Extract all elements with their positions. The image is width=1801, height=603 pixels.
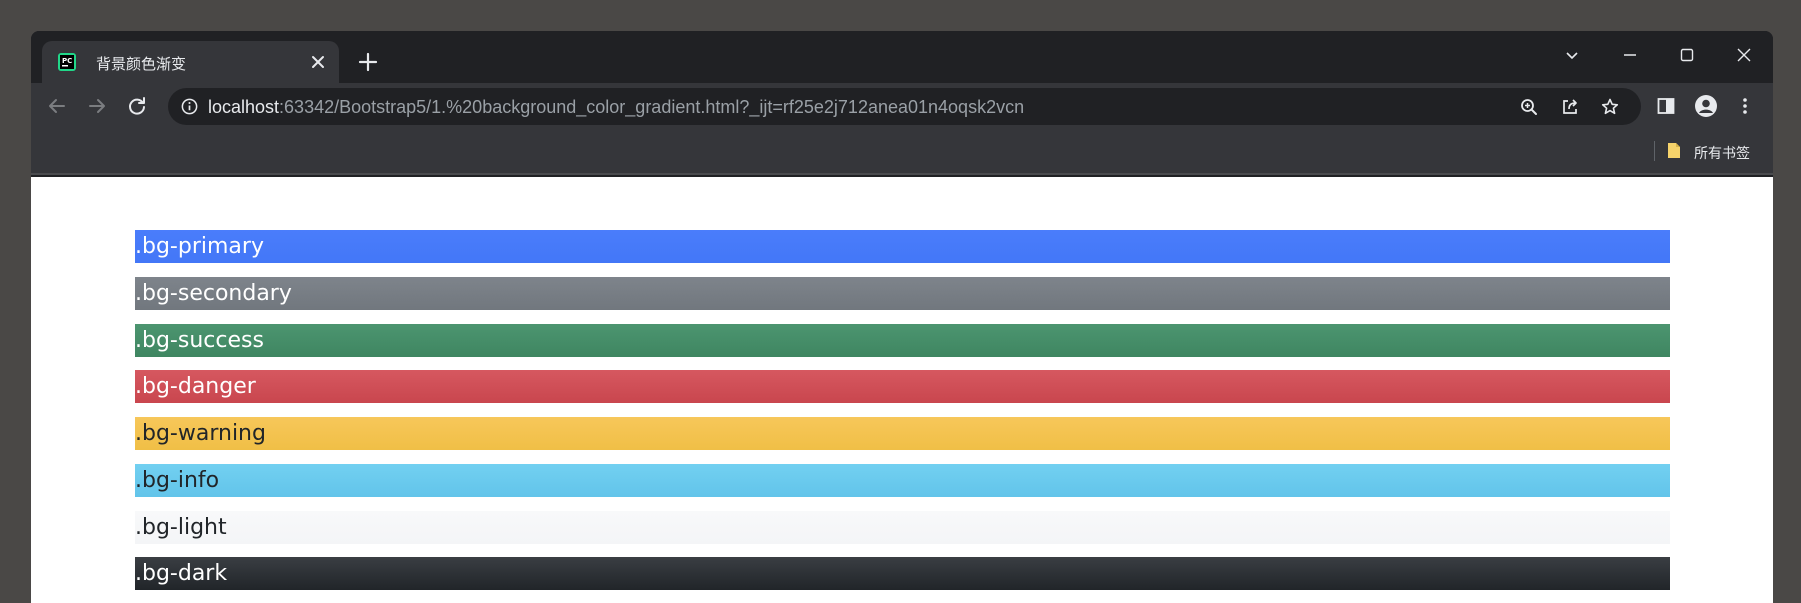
minimize-icon (1624, 54, 1636, 56)
bg-secondary-bar: .bg-secondary (135, 277, 1670, 310)
tab-active[interactable]: PC 背景颜色渐变 (42, 41, 339, 83)
site-info-icon[interactable] (180, 97, 199, 116)
reload-button[interactable] (123, 92, 151, 120)
bookmarks-divider (1654, 141, 1655, 161)
maximize-button[interactable] (1667, 39, 1707, 71)
bg-success-bar: .bg-success (135, 324, 1670, 357)
url-host: localhost (208, 97, 280, 117)
bg-danger-bar: .bg-danger (135, 370, 1670, 403)
side-panel-button[interactable] (1652, 92, 1680, 120)
address-bar[interactable]: localhost:63342/Bootstrap5/1.%20backgrou… (168, 88, 1641, 125)
close-icon (1737, 48, 1751, 62)
bookmark-star-button[interactable] (1599, 96, 1621, 118)
back-arrow-icon (49, 99, 65, 113)
url-text[interactable]: localhost:63342/Bootstrap5/1.%20backgrou… (208, 97, 1024, 118)
close-tab-icon[interactable] (309, 53, 327, 71)
close-window-button[interactable] (1724, 39, 1764, 71)
browser-toolbar: localhost:63342/Bootstrap5/1.%20backgrou… (31, 83, 1773, 129)
tab-search-button[interactable] (1552, 39, 1592, 71)
tab-strip: PC 背景颜色渐变 (31, 31, 1773, 83)
all-bookmarks-link[interactable]: 所有书签 (1694, 143, 1750, 163)
menu-button[interactable] (1731, 92, 1759, 120)
share-button[interactable] (1559, 96, 1581, 118)
more-vertical-icon (1743, 98, 1747, 114)
pycharm-favicon-icon: PC (58, 53, 76, 71)
bg-warning-bar: .bg-warning (135, 417, 1670, 450)
browser-window: PC 背景颜色渐变 localhost:63342/Bootstrap5/1.%… (31, 31, 1773, 603)
svg-text:PC: PC (62, 57, 72, 65)
forward-button[interactable] (83, 92, 111, 120)
page-content: .bg-primary .bg-secondary .bg-success .b… (31, 177, 1773, 603)
back-button[interactable] (43, 92, 71, 120)
forward-arrow-icon (89, 99, 105, 113)
side-panel-icon (1657, 98, 1675, 114)
zoom-button[interactable] (1518, 96, 1540, 118)
bg-dark-bar: .bg-dark (135, 557, 1670, 590)
maximize-icon (1680, 48, 1694, 62)
url-path: :63342/Bootstrap5/1.%20background_color_… (279, 97, 1025, 117)
bg-info-bar: .bg-info (135, 464, 1670, 497)
tab-title: 背景颜色渐变 (96, 55, 187, 73)
bookmarks-bar: 所有书签 (31, 129, 1773, 175)
new-tab-icon[interactable] (356, 50, 380, 74)
zoom-in-icon (1521, 99, 1537, 115)
reload-icon (129, 97, 145, 115)
minimize-button[interactable] (1610, 39, 1650, 71)
chevron-down-icon (1566, 52, 1578, 60)
profile-avatar-icon (1695, 95, 1717, 117)
profile-button[interactable] (1692, 92, 1720, 120)
star-icon (1601, 98, 1619, 115)
bg-primary-bar: .bg-primary (135, 230, 1670, 263)
share-icon (1563, 99, 1577, 114)
folder-icon (1668, 143, 1680, 158)
bg-light-bar: .bg-light (135, 511, 1670, 544)
